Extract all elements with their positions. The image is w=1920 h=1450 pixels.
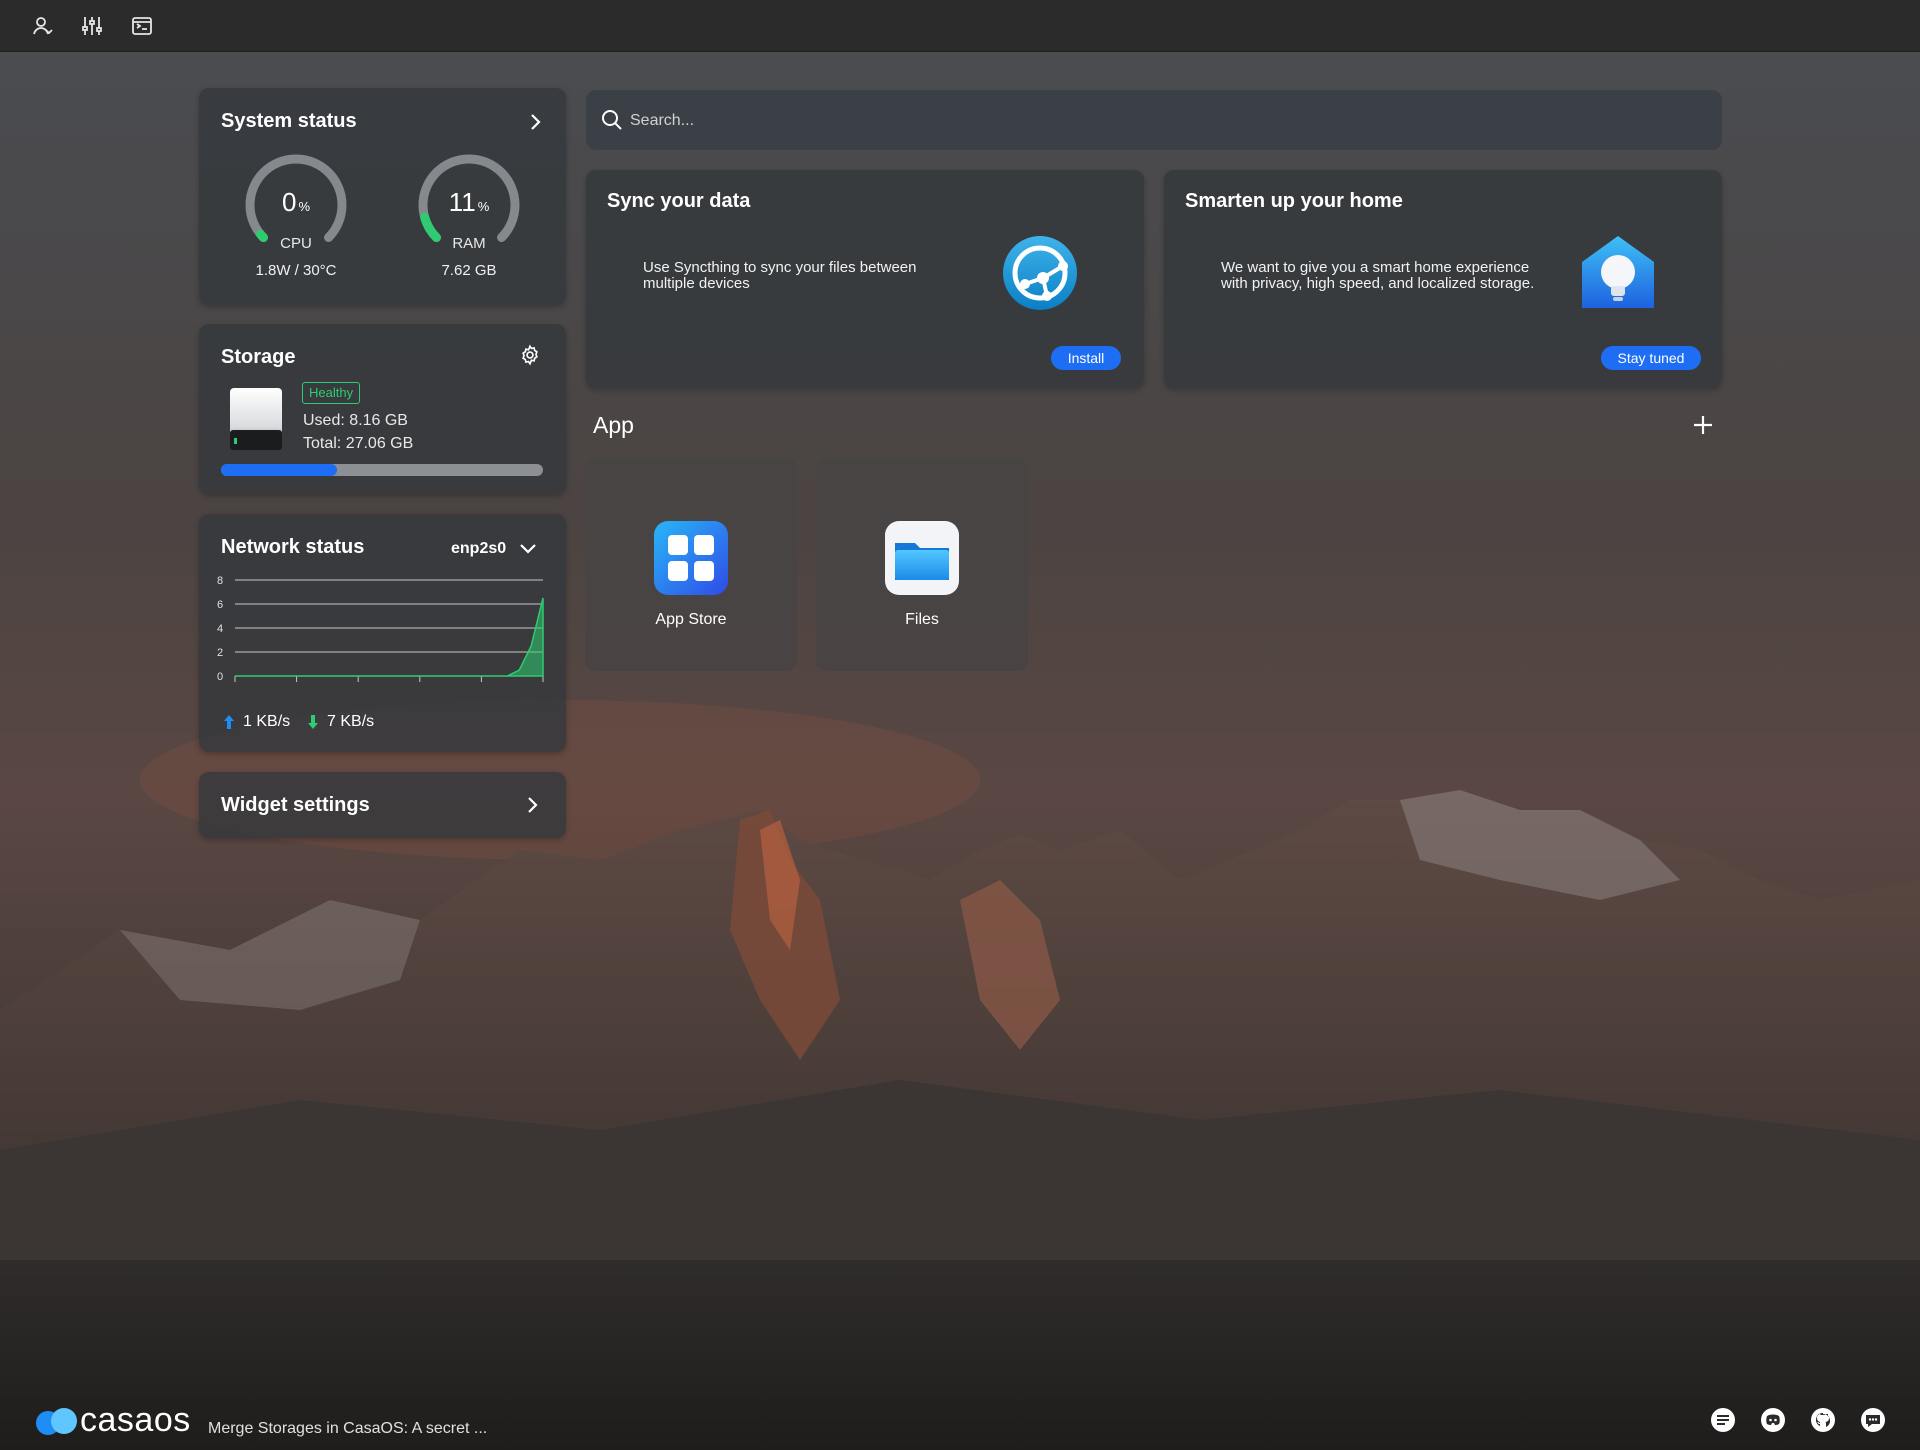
app-tile-app-store[interactable]: App Store xyxy=(585,459,797,671)
app-name: App Store xyxy=(655,611,727,628)
y-tick-label: 4 xyxy=(217,623,223,635)
storage-title: Storage xyxy=(221,346,296,368)
storage-usage-bar xyxy=(221,464,543,476)
upload-arrow-icon xyxy=(224,715,234,729)
y-tick-label: 0 xyxy=(217,671,223,683)
network-status-title: Network status xyxy=(221,536,365,558)
y-tick-label: 8 xyxy=(217,575,223,587)
cpu-value: 0% xyxy=(281,187,311,217)
smart-home-icon xyxy=(1582,236,1654,308)
network-interface-select[interactable]: enp2s0 xyxy=(451,540,506,558)
terminal-icon[interactable] xyxy=(130,14,154,38)
hard-drive-icon xyxy=(230,388,282,450)
ram-detail: 7.62 GB xyxy=(441,262,497,279)
network-status-widget: Network status enp2s0 8 6 4 2 0 1 KB/s 7 KB/… xyxy=(199,514,566,752)
news-ticker-link[interactable]: Merge Storages in CasaOS: A secret ... xyxy=(208,1420,487,1438)
stay-tuned-button[interactable]: Stay tuned xyxy=(1601,346,1701,370)
discord-icon[interactable] xyxy=(1760,1407,1786,1433)
card-title: Smarten up your home xyxy=(1185,190,1403,212)
files-icon xyxy=(885,521,959,595)
chevron-down-icon[interactable] xyxy=(518,538,538,558)
storage-widget: Storage Healthy Used: 8.16 GB Total: 27.… xyxy=(199,324,566,494)
download-speed: 7 KB/s xyxy=(327,713,375,730)
github-icon[interactable] xyxy=(1810,1407,1836,1433)
casaos-logo-text[interactable]: casaos xyxy=(80,1401,191,1440)
search-bar xyxy=(586,90,1722,150)
system-status-widget: System status 0% CPU 1.8W / 30°C 11% RAM… xyxy=(199,88,566,305)
storage-total: Total: 27.06 GB xyxy=(303,435,414,452)
upload-speed: 1 KB/s xyxy=(243,713,291,730)
widget-settings-title: Widget settings xyxy=(221,794,370,816)
search-input[interactable] xyxy=(628,104,1692,138)
add-app-icon[interactable] xyxy=(1692,414,1714,436)
cpu-label: CPU xyxy=(280,235,312,252)
search-icon xyxy=(602,110,622,130)
ram-value: 11% xyxy=(448,187,490,217)
storage-used: Used: 8.16 GB xyxy=(303,412,408,429)
download-series-area xyxy=(235,597,544,677)
smart-home-card: Smarten up your home We want to give you… xyxy=(1164,170,1722,388)
gear-icon[interactable] xyxy=(519,344,541,366)
download-arrow-icon xyxy=(308,715,318,729)
card-title: Sync your data xyxy=(607,190,751,212)
account-icon[interactable] xyxy=(30,14,54,38)
y-tick-label: 2 xyxy=(217,647,223,659)
app-name: Files xyxy=(905,611,939,628)
chevron-right-icon[interactable] xyxy=(525,112,545,132)
app-section-title: App xyxy=(593,412,634,438)
card-description: We want to give you a smart home experie… xyxy=(1221,259,1535,292)
casaos-logo-icon[interactable] xyxy=(34,1406,80,1436)
footer-bar: casaos Merge Storages in CasaOS: A secre… xyxy=(0,1392,1920,1450)
chat-icon[interactable] xyxy=(1860,1407,1886,1433)
network-chart: 8 6 4 2 0 xyxy=(217,575,544,683)
install-button[interactable]: Install xyxy=(1051,346,1121,370)
app-store-icon xyxy=(654,521,728,595)
chevron-right-icon xyxy=(528,797,538,813)
syncthing-icon xyxy=(1003,236,1077,310)
y-tick-label: 6 xyxy=(217,599,223,611)
syncthing-card: Sync your data Use Syncthing to sync you… xyxy=(586,170,1144,388)
feedback-icon[interactable] xyxy=(1710,1407,1736,1433)
storage-usage-fill xyxy=(221,464,337,476)
ram-label: RAM xyxy=(452,235,486,252)
widget-settings-button[interactable]: Widget settings xyxy=(199,772,566,838)
top-bar xyxy=(0,0,1920,52)
cpu-detail: 1.8W / 30°C xyxy=(255,262,337,279)
card-description: Use Syncthing to sync your files between… xyxy=(643,259,917,292)
system-status-title: System status xyxy=(221,110,357,132)
app-tile-files[interactable]: Files xyxy=(816,459,1028,671)
settings-sliders-icon[interactable] xyxy=(80,14,104,38)
status-badge: Healthy xyxy=(302,382,361,404)
